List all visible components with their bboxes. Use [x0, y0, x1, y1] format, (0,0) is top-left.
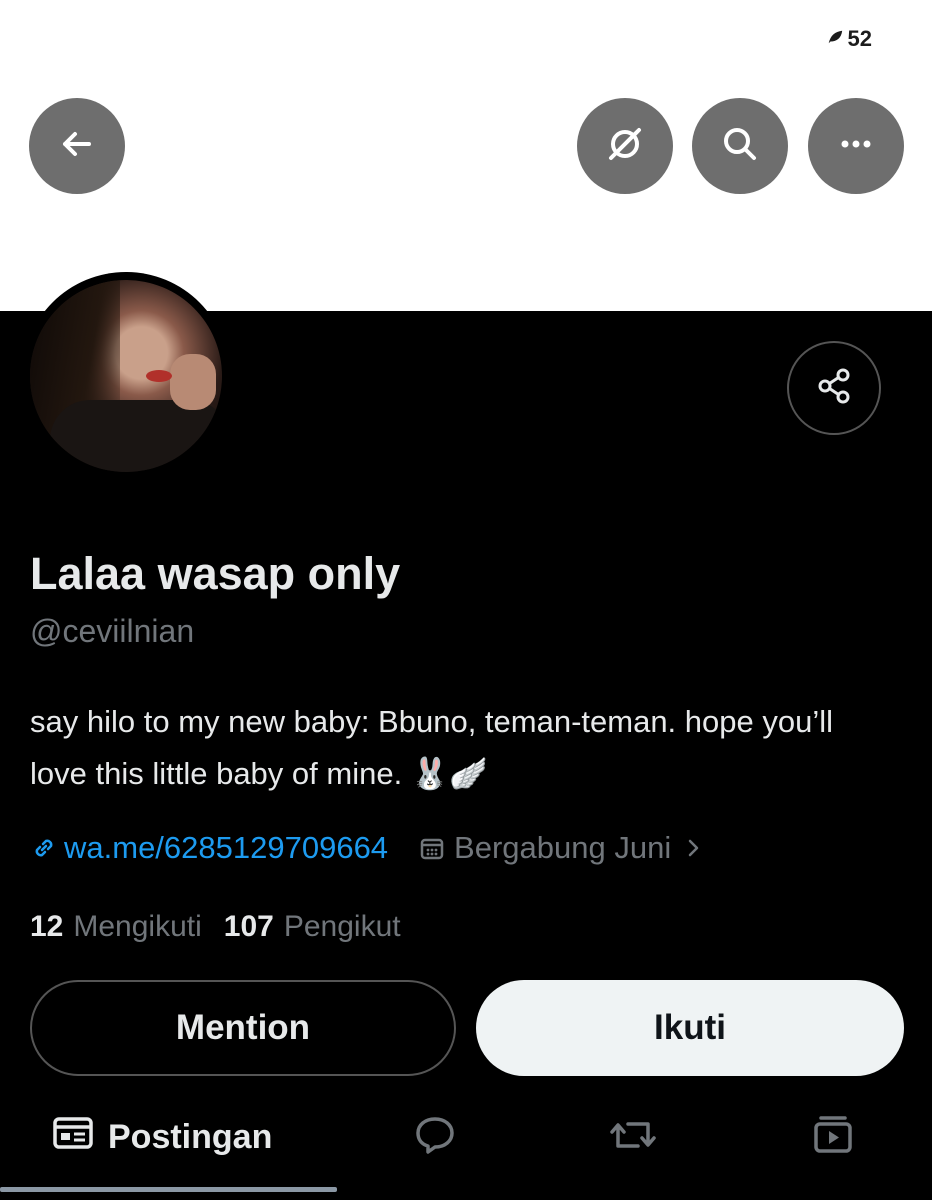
tab-posts[interactable]: Postingan — [52, 1100, 272, 1174]
more-options-button[interactable] — [808, 98, 904, 194]
arrow-left-icon — [55, 122, 99, 171]
header-area: 52 — [0, 0, 932, 311]
mention-button[interactable]: Mention — [30, 980, 456, 1076]
following-label[interactable]: Mengikuti — [73, 910, 201, 944]
translate-off-icon — [603, 122, 647, 171]
avatar-photo — [30, 280, 222, 472]
profile-meta-row: wa.me/6285129709664 Bergabung Juni — [30, 830, 705, 866]
active-tab-indicator — [0, 1187, 337, 1192]
status-count: 52 — [847, 26, 872, 51]
follow-button[interactable]: Ikuti — [476, 980, 904, 1076]
media-icon — [810, 1112, 856, 1163]
repost-icon — [608, 1112, 658, 1163]
profile-link[interactable]: wa.me/6285129709664 — [64, 830, 388, 866]
avatar[interactable] — [22, 272, 230, 480]
leaf-icon — [826, 26, 844, 52]
translate-toggle-button[interactable] — [577, 98, 673, 194]
reply-bubble-icon — [412, 1112, 458, 1163]
followers-label[interactable]: Pengikut — [284, 910, 401, 944]
posts-icon — [52, 1116, 94, 1159]
bio: say hilo to my new baby: Bbuno, teman-te… — [30, 704, 834, 791]
following-count[interactable]: 12 — [30, 910, 63, 944]
tab-posts-label: Postingan — [108, 1117, 273, 1156]
tab-media[interactable] — [810, 1100, 856, 1174]
handle: @ceviilnian — [30, 613, 195, 649]
search-button[interactable] — [692, 98, 788, 194]
tab-reposts[interactable] — [608, 1100, 658, 1174]
display-name: Lalaa wasap only — [30, 548, 401, 599]
chevron-right-icon[interactable] — [681, 836, 705, 860]
link-icon — [30, 834, 58, 862]
followers-count[interactable]: 107 — [224, 910, 274, 944]
tab-replies[interactable] — [412, 1100, 458, 1174]
share-button[interactable] — [787, 341, 881, 435]
status-indicator: 52 — [826, 26, 872, 52]
back-button[interactable] — [29, 98, 125, 194]
follow-stats: 12 Mengikuti 107 Pengikut — [30, 910, 423, 944]
share-icon — [814, 366, 854, 411]
join-date[interactable]: Bergabung Juni — [454, 830, 671, 866]
profile-tab-bar: Postingan — [0, 1100, 932, 1174]
search-icon — [718, 122, 762, 171]
calendar-icon — [418, 834, 446, 862]
more-dots-icon — [834, 122, 878, 171]
